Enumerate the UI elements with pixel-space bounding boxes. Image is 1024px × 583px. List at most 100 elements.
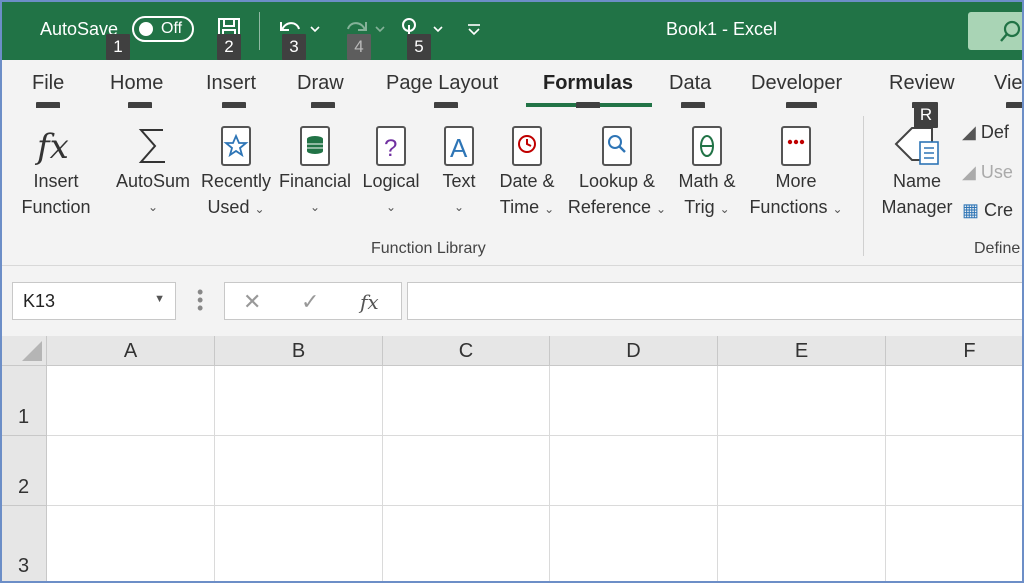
column-header-d[interactable]: D xyxy=(550,336,718,366)
column-header-c[interactable]: C xyxy=(383,336,550,366)
sigma-icon xyxy=(138,129,165,163)
excel-window: AutoSave Off 1 2 3 4 5 Book1 - Excel Fil… xyxy=(0,0,1024,583)
search-icon xyxy=(1000,20,1021,42)
column-header-e[interactable]: E xyxy=(718,336,886,366)
row-header-1[interactable]: 1 xyxy=(2,366,47,436)
tab-view[interactable]: Vie xyxy=(994,72,1022,95)
lookup-reference-button[interactable]: Lookup & Reference ⌄ xyxy=(564,124,670,222)
cell-a2[interactable] xyxy=(47,436,215,506)
chevron-down-icon: ⌄ xyxy=(309,200,321,214)
chevron-down-icon: ⌄ xyxy=(254,202,265,216)
star-book-icon xyxy=(221,126,251,166)
qat-separator xyxy=(259,12,260,50)
tab-page-layout[interactable]: Page Layout xyxy=(386,72,498,95)
use-in-formula-button[interactable]: ◢ Use xyxy=(962,162,1013,183)
tab-formulas[interactable]: Formulas xyxy=(543,72,633,95)
insert-function-icon: fx xyxy=(34,127,69,167)
cell-a3[interactable] xyxy=(47,506,215,581)
cell-c3[interactable] xyxy=(383,506,550,581)
define-name-button[interactable]: ◢ Def xyxy=(962,122,1009,143)
cell-f3[interactable] xyxy=(886,506,1022,581)
name-box[interactable]: K13 ▼ xyxy=(12,282,176,320)
text-book-icon: A xyxy=(444,126,474,166)
tab-draw[interactable]: Draw xyxy=(297,72,344,95)
create-from-selection-button[interactable]: ▦ Cre xyxy=(962,200,1013,221)
math-trig-button[interactable]: Math & Trig ⌄ xyxy=(672,124,742,222)
cell-d2[interactable] xyxy=(550,436,718,506)
tag-icon: ◢ xyxy=(962,122,976,142)
tab-review[interactable]: Review xyxy=(889,72,955,95)
question-book-icon: ? xyxy=(376,126,406,166)
cancel-icon[interactable]: ✕ xyxy=(243,289,261,315)
magnifier-book-icon xyxy=(602,126,632,166)
chevron-down-icon: ⌄ xyxy=(385,200,397,214)
cell-b3[interactable] xyxy=(215,506,383,581)
enter-icon[interactable]: ✓ xyxy=(301,289,319,315)
chevron-down-icon: ⌄ xyxy=(147,200,159,214)
logical-button[interactable]: ? Logical ⌄ xyxy=(356,124,426,220)
keytip-qat-5: 5 xyxy=(407,34,431,60)
group-separator xyxy=(863,116,864,256)
insert-function-button[interactable]: fx Insert Function xyxy=(14,124,98,220)
tab-home[interactable]: Home xyxy=(110,72,163,95)
autosum-button[interactable]: AutoSum ⌄ xyxy=(110,124,196,220)
cell-f1[interactable] xyxy=(886,366,1022,436)
name-box-value: K13 xyxy=(23,291,56,311)
svg-text:A: A xyxy=(450,133,468,163)
more-functions-button[interactable]: More Functions ⌄ xyxy=(746,124,846,222)
row-header-3[interactable]: 3 xyxy=(2,506,47,581)
fx-tag-icon: ◢ xyxy=(962,162,976,182)
row-header-2[interactable]: 2 xyxy=(2,436,47,506)
worksheet-grid: A B C D E F 1 2 3 xyxy=(2,336,1022,581)
formulas-ribbon: fx Insert Function AutoSum ⌄ Recently Us… xyxy=(2,102,1022,266)
column-header-f[interactable]: F xyxy=(886,336,1022,366)
keytip-qat-3: 3 xyxy=(282,34,306,60)
financial-button[interactable]: Financial ⌄ xyxy=(277,124,353,220)
function-library-label: Function Library xyxy=(371,240,486,257)
tab-file[interactable]: File xyxy=(32,72,64,95)
theta-book-icon xyxy=(692,126,722,166)
chevron-down-icon: ⌄ xyxy=(719,202,730,216)
tab-data[interactable]: Data xyxy=(669,72,711,95)
cell-c2[interactable] xyxy=(383,436,550,506)
tab-insert[interactable]: Insert xyxy=(206,72,256,95)
dots-book-icon xyxy=(781,126,811,166)
cell-b1[interactable] xyxy=(215,366,383,436)
cell-e1[interactable] xyxy=(718,366,886,436)
name-manager-icon xyxy=(894,127,939,165)
column-header-b[interactable]: B xyxy=(215,336,383,366)
cell-e3[interactable] xyxy=(718,506,886,581)
cell-a1[interactable] xyxy=(47,366,215,436)
defined-names-label: Define xyxy=(974,240,1021,257)
select-all-corner[interactable] xyxy=(2,336,47,366)
recently-used-button[interactable]: Recently Used ⌄ xyxy=(196,124,276,222)
cell-d1[interactable] xyxy=(550,366,718,436)
chevron-down-icon: ⌄ xyxy=(656,202,667,216)
name-manager-button[interactable]: Name Manager xyxy=(876,124,958,220)
cell-b2[interactable] xyxy=(215,436,383,506)
formula-input[interactable] xyxy=(407,282,1022,320)
insert-function-icon[interactable]: fx xyxy=(360,290,379,314)
formula-bar: K13 ▼ • • • ✕ ✓ fx xyxy=(2,266,1022,336)
date-time-button[interactable]: Date & Time ⌄ xyxy=(492,124,562,222)
chevron-down-icon: ⌄ xyxy=(832,202,843,216)
customize-qat-icon[interactable] xyxy=(464,16,494,44)
svg-text:fx: fx xyxy=(34,127,69,167)
cell-c1[interactable] xyxy=(383,366,550,436)
formula-buttons: ✕ ✓ fx xyxy=(224,282,402,320)
keytip-qat-2: 2 xyxy=(217,34,241,60)
cell-f2[interactable] xyxy=(886,436,1022,506)
text-button[interactable]: A Text ⌄ xyxy=(434,124,484,220)
autosave-toggle[interactable]: Off xyxy=(132,16,194,42)
window-title: Book1 - Excel xyxy=(666,19,778,39)
tab-developer[interactable]: Developer xyxy=(751,72,842,95)
keytip-qat-4: 4 xyxy=(347,34,371,60)
toggle-knob xyxy=(139,22,153,36)
cell-d3[interactable] xyxy=(550,506,718,581)
chevron-down-icon: ▼ xyxy=(154,293,165,305)
grip-icon[interactable]: • • • xyxy=(197,283,203,317)
chevron-down-icon: ⌄ xyxy=(544,202,555,216)
cell-e2[interactable] xyxy=(718,436,886,506)
search-box[interactable] xyxy=(968,12,1022,50)
column-header-a[interactable]: A xyxy=(47,336,215,366)
